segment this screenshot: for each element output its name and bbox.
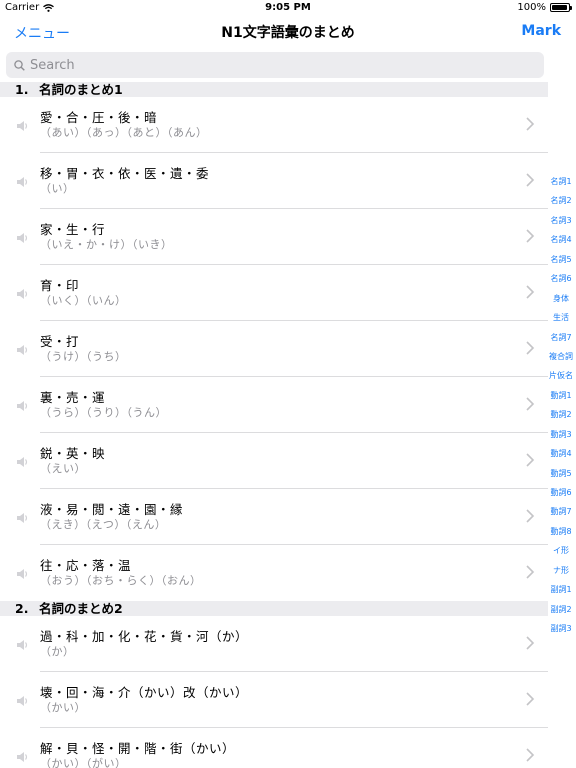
index-item[interactable]: 動詞3 (546, 425, 576, 444)
list-item[interactable]: 裏・売・運 （うら）（うり）（うん） (0, 377, 548, 433)
item-reading: （か） (40, 645, 75, 658)
index-item[interactable]: 副詞2 (546, 600, 576, 619)
chevron-right-icon (526, 397, 535, 411)
item-reading: （えき）（えつ）（えん） (40, 518, 167, 531)
lesson-list: 1. 名詞のまとめ1 愛・合・圧・後・暗 （あい）（あっ）（あと）（あん） 移・… (0, 82, 548, 768)
index-item[interactable]: 生活 (546, 308, 576, 327)
speaker-icon (17, 345, 28, 355)
item-reading: （い） (40, 182, 75, 195)
speaker-icon (17, 457, 28, 467)
chevron-right-icon (526, 748, 535, 762)
index-item[interactable]: 名詞7 (546, 328, 576, 347)
speaker-icon (17, 401, 28, 411)
search-icon (14, 59, 25, 71)
index-item[interactable]: 動詞2 (546, 405, 576, 424)
list-item[interactable]: 受・打 （うけ）（うち） (0, 321, 548, 377)
section-header: 2. 名詞のまとめ2 (0, 601, 548, 616)
status-bar: Carrier 9:05 PM 100% (0, 0, 576, 16)
index-item[interactable]: 名詞6 (546, 269, 576, 288)
list-item[interactable]: 過・科・加・化・花・貨・河（か） （か） (0, 616, 548, 672)
speaker-icon (17, 121, 28, 131)
speaker-icon (17, 513, 28, 523)
item-reading: （かい）（がい） (40, 757, 127, 768)
index-item[interactable]: イ形 (546, 541, 576, 560)
speaker-icon (17, 233, 28, 243)
battery-group: 100% (517, 2, 572, 13)
section-number: 1. (15, 82, 29, 97)
list-item[interactable]: 育・印 （いく）（いん） (0, 265, 548, 321)
index-item[interactable]: 動詞1 (546, 386, 576, 405)
chevron-right-icon (526, 173, 535, 187)
list-item[interactable]: 液・易・閲・遠・園・縁 （えき）（えつ）（えん） (0, 489, 548, 545)
index-item[interactable]: 名詞3 (546, 211, 576, 230)
chevron-right-icon (526, 229, 535, 243)
index-item[interactable]: 名詞5 (546, 250, 576, 269)
list-item[interactable]: 往・応・落・温 （おう）（おち・らく）（おん） (0, 545, 548, 601)
index-item[interactable]: 動詞6 (546, 483, 576, 502)
item-reading: （うら）（うり）（うん） (40, 406, 167, 419)
list-item[interactable]: 壊・回・海・介（かい）改（かい） （かい） (0, 672, 548, 728)
search-bar (0, 48, 576, 82)
battery-percent: 100% (517, 2, 546, 13)
item-reading: （いく）（いん） (40, 294, 127, 307)
index-item[interactable]: 身体 (546, 289, 576, 308)
speaker-icon (17, 696, 28, 706)
index-item[interactable]: 名詞4 (546, 230, 576, 249)
index-item[interactable]: 副詞1 (546, 580, 576, 599)
mark-button[interactable]: Mark (521, 23, 561, 39)
list-item[interactable]: 鋭・英・映 （えい） (0, 433, 548, 489)
item-reading: （かい） (40, 701, 86, 714)
section-title: 名詞のまとめ2 (39, 601, 123, 616)
item-reading: （あい）（あっ）（あと）（あん） (40, 126, 208, 139)
index-item[interactable]: 副詞3 (546, 619, 576, 638)
speaker-icon (17, 177, 28, 187)
list-item[interactable]: 愛・合・圧・後・暗 （あい）（あっ）（あと）（あん） (0, 97, 548, 153)
chevron-right-icon (526, 692, 535, 706)
search-box[interactable] (6, 52, 544, 78)
index-item[interactable]: 動詞5 (546, 464, 576, 483)
speaker-icon (17, 289, 28, 299)
chevron-right-icon (526, 285, 535, 299)
index-item[interactable]: 動詞7 (546, 502, 576, 521)
index-item[interactable]: 動詞4 (546, 444, 576, 463)
item-reading: （おう）（おち・らく）（おん） (40, 574, 202, 587)
speaker-icon (17, 569, 28, 579)
index-item[interactable]: 複合詞 (546, 347, 576, 366)
navigation-bar: メニュー N1文字語彙のまとめ Mark (0, 16, 576, 48)
section-header: 1. 名詞のまとめ1 (0, 82, 548, 97)
speaker-icon (17, 752, 28, 762)
index-item[interactable]: 名詞2 (546, 191, 576, 210)
index-item[interactable]: 片仮名 (546, 366, 576, 385)
section-title: 名詞のまとめ1 (39, 82, 123, 97)
list-item[interactable]: 移・胃・衣・依・医・遺・委 （い） (0, 153, 548, 209)
list-item[interactable]: 解・貝・怪・開・階・街（かい） （かい）（がい） (0, 728, 548, 768)
index-item[interactable]: 動詞8 (546, 522, 576, 541)
chevron-right-icon (526, 341, 535, 355)
chevron-right-icon (526, 636, 535, 650)
chevron-right-icon (526, 453, 535, 467)
item-reading: （えい） (40, 462, 86, 475)
status-time: 9:05 PM (265, 2, 311, 13)
index-item[interactable]: 名詞1 (546, 172, 576, 191)
item-reading: （うけ）（うち） (40, 350, 127, 363)
item-reading: （いえ・か・け）（いき） (40, 238, 173, 251)
battery-icon (550, 3, 572, 12)
page-title: N1文字語彙のまとめ (221, 25, 355, 41)
section-index[interactable]: 名詞1 名詞2 名詞3 名詞4 名詞5 名詞6 身体 生活 名詞7 複合詞 片仮… (546, 172, 576, 642)
index-item[interactable]: ナ形 (546, 561, 576, 580)
section-number: 2. (15, 601, 29, 616)
search-input[interactable] (30, 57, 510, 73)
chevron-right-icon (526, 509, 535, 523)
list-item[interactable]: 家・生・行 （いえ・か・け）（いき） (0, 209, 548, 265)
speaker-icon (17, 640, 28, 650)
chevron-right-icon (526, 565, 535, 579)
chevron-right-icon (526, 117, 535, 131)
